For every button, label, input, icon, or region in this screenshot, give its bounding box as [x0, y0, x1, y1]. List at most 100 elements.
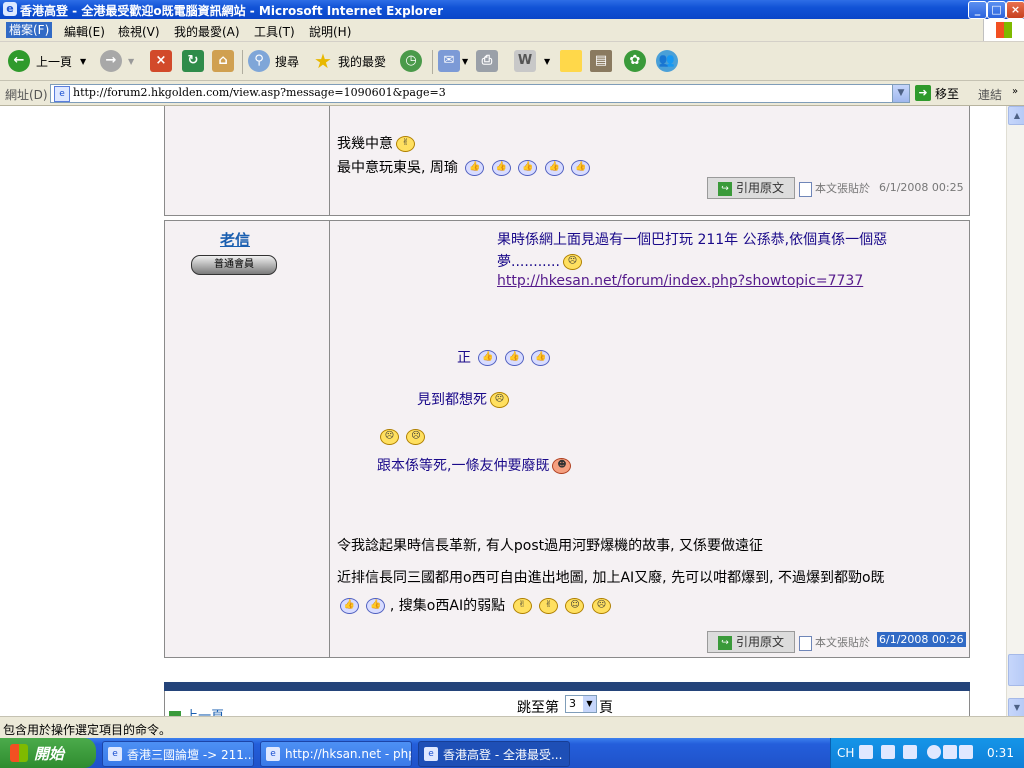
chevron-down-icon[interactable]: ▼: [892, 85, 909, 102]
quote-icon: ↪: [717, 635, 732, 650]
thumbs-up-smiley-icon: 👍: [478, 350, 498, 366]
status-bar: 包含用於操作選定項目的命令。: [0, 716, 1024, 739]
minimize-button[interactable]: _: [968, 1, 987, 19]
menu-favorites[interactable]: 我的最愛(A): [174, 23, 240, 40]
help-icon[interactable]: [881, 745, 895, 759]
address-input[interactable]: e http://forum2.hkgolden.com/view.asp?me…: [50, 84, 910, 103]
thumbs-up-smiley-icon: 👍: [366, 598, 386, 614]
chevron-down-icon: ▼: [128, 56, 135, 66]
stop-button[interactable]: ×: [150, 48, 172, 74]
search-icon: ⚲: [248, 50, 270, 72]
print-button[interactable]: ⎙: [476, 48, 498, 74]
close-button[interactable]: ×: [1006, 1, 1024, 19]
scroll-down-arrow-icon[interactable]: ▼: [1008, 698, 1024, 717]
nested-quote-text: 正 👍 👍 👍: [457, 347, 551, 367]
keyboard-icon[interactable]: [859, 745, 873, 759]
taskbar-item[interactable]: e 香港高登 - 全港最受...: [418, 741, 570, 767]
windows-logo-icon: [983, 19, 1024, 41]
banging-smiley-icon: ☻: [552, 458, 572, 474]
victory-smiley-icon: ✌: [512, 598, 532, 614]
menu-tools[interactable]: 工具(T): [254, 23, 295, 40]
links-button[interactable]: 連結: [978, 86, 1002, 103]
messenger-icon: 👥: [656, 50, 678, 72]
back-button[interactable]: ← 上一頁 ▼: [8, 48, 86, 74]
volume-icon[interactable]: [959, 745, 973, 759]
document-icon: [799, 635, 812, 651]
go-arrow-icon: ➜: [915, 85, 931, 101]
edit-button[interactable]: W ▼: [514, 48, 550, 74]
go-button[interactable]: ➜ 移至: [915, 84, 959, 102]
icq-button[interactable]: ✿: [624, 48, 646, 74]
ie-icon: e: [3, 2, 17, 16]
maximize-button[interactable]: □: [987, 1, 1006, 19]
chevron-down-icon: ▼: [544, 56, 551, 66]
printer-icon: ⎙: [476, 50, 498, 72]
messenger-button[interactable]: 👥: [656, 48, 678, 74]
ie-icon: e: [424, 747, 438, 761]
settings-icon[interactable]: [903, 745, 917, 759]
menu-file[interactable]: 檔案(F): [6, 22, 53, 38]
page-suffix: 頁: [599, 700, 613, 716]
rank-badge: 普通會員: [191, 255, 277, 275]
post-line: 我幾中意 ✌: [337, 133, 415, 153]
forward-arrow-icon: →: [100, 50, 122, 72]
status-text: 包含用於操作選定項目的命令。: [3, 723, 172, 737]
refresh-button[interactable]: ↻: [182, 48, 204, 74]
taskbar-item[interactable]: e 香港三國論壇 -> 211...: [102, 741, 254, 767]
clock: 0:31: [987, 746, 1014, 760]
menu-edit[interactable]: 編輯(E): [64, 23, 105, 40]
flower-icon: ✿: [624, 50, 646, 72]
nested-quote-text: 見到都想死 ☹: [417, 389, 509, 409]
thumbs-up-smiley-icon: 👍: [340, 598, 359, 614]
nested-smileys: ☹ ☹: [377, 429, 426, 445]
thumbs-up-smiley-icon: 👍: [531, 350, 551, 366]
go-label: 移至: [935, 86, 960, 101]
menu-view[interactable]: 檢視(V): [118, 23, 160, 40]
back-arrow-icon: ←: [8, 50, 30, 72]
author-column: [165, 106, 330, 215]
vertical-scrollbar[interactable]: ▲ ▼: [1006, 106, 1024, 717]
quoted-text: 夢........... ☹: [497, 251, 582, 271]
mail-button[interactable]: ✉ ▼: [438, 48, 468, 74]
history-icon: ◷: [400, 50, 422, 72]
word-edit-icon: W: [514, 50, 536, 72]
page-select[interactable]: 3 ▼: [565, 695, 597, 713]
quoted-text: 果時係網上面見過有一個巴打玩 211年 公孫恭,依個真係一個惡: [497, 232, 888, 248]
arrow-icon[interactable]: [927, 745, 941, 759]
dead-smiley-icon: ☹: [406, 429, 426, 445]
toolbar: ← 上一頁 ▼ → ▼ × ↻ ⌂ ⚲ 搜尋 ★ 我的最愛 ◷ ✉ ▼ ⎙ W …: [0, 42, 1024, 81]
ie-icon: e: [266, 747, 280, 761]
quoted-link[interactable]: http://hkesan.net/forum/index.php?showto…: [497, 273, 863, 289]
double-chevron-icon[interactable]: »: [1012, 86, 1018, 97]
forum-post: 老信 普通會員 果時係網上面見過有一個巴打玩 211年 公孫恭,依個真係一個惡 …: [164, 220, 970, 658]
language-indicator[interactable]: CH: [837, 746, 854, 760]
author-column: 老信 普通會員: [165, 221, 330, 657]
network-icon[interactable]: [943, 745, 957, 759]
quote-button[interactable]: ↪ 引用原文: [707, 177, 795, 199]
address-label: 網址(D): [5, 88, 48, 102]
forward-button[interactable]: → ▼: [100, 48, 134, 74]
post-line: 最中意玩東吳, 周瑜 👍 👍 👍 👍 👍: [337, 157, 591, 177]
thumbs-up-smiley-icon: 👍: [571, 160, 591, 176]
window-title: 香港高登 - 全港最受歡迎o既電腦資訊網站 - Microsoft Intern…: [20, 4, 444, 18]
home-icon: ⌂: [212, 50, 234, 72]
thumbs-up-smiley-icon: 👍: [504, 350, 524, 366]
quote-button[interactable]: ↪ 引用原文: [707, 631, 795, 653]
research-button[interactable]: ▤: [590, 48, 612, 74]
discuss-button[interactable]: [560, 48, 582, 74]
taskbar-item[interactable]: ehttp://hksan.net - php...: [260, 741, 412, 767]
history-button[interactable]: ◷: [400, 48, 422, 74]
scroll-thumb[interactable]: [1008, 654, 1024, 686]
home-button[interactable]: ⌂: [212, 48, 234, 74]
search-button[interactable]: ⚲ 搜尋: [248, 48, 299, 74]
chevron-down-icon: ▼: [583, 696, 596, 712]
menu-help[interactable]: 說明(H): [309, 23, 351, 40]
address-bar: 網址(D) e http://forum2.hkgolden.com/view.…: [0, 81, 1024, 106]
back-label: 上一頁: [36, 54, 73, 69]
favorites-button[interactable]: ★ 我的最愛: [312, 48, 386, 74]
address-url[interactable]: http://forum2.hkgolden.com/view.asp?mess…: [73, 86, 446, 99]
author-name[interactable]: 老信: [165, 229, 305, 250]
scroll-up-arrow-icon[interactable]: ▲: [1008, 106, 1024, 125]
page-content: 我幾中意 ✌ 最中意玩東吳, 周瑜 👍 👍 👍 👍 👍 ↪ 引用原文 本文張貼於 6…: [0, 106, 1006, 716]
start-button[interactable]: 開始: [0, 738, 96, 768]
